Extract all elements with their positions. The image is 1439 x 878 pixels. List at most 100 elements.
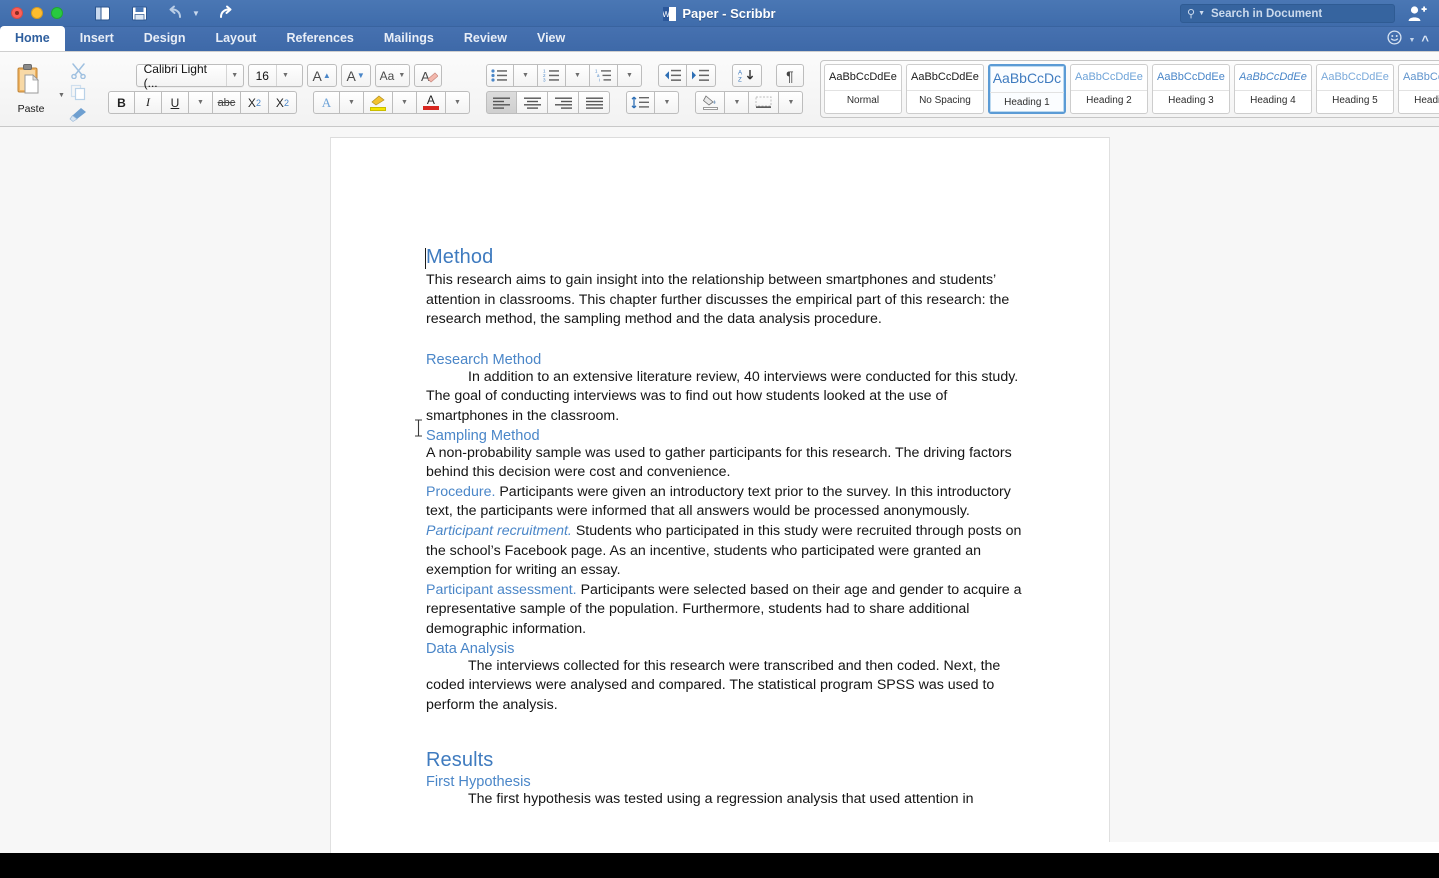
text-effects-caret-icon[interactable]: ▼	[339, 91, 364, 114]
indent-button-group	[657, 64, 716, 87]
style-tile-heading-3[interactable]: AaBbCcDdEe Heading 3	[1151, 64, 1230, 114]
bulleted-list-icon[interactable]	[485, 64, 514, 87]
numbered-list-icon[interactable]: 123	[537, 64, 566, 87]
decrease-indent-icon[interactable]	[657, 64, 687, 87]
minimize-window-button[interactable]	[31, 7, 43, 19]
change-case-button[interactable]: Aa ▼	[374, 64, 411, 87]
style-tile-heading-2[interactable]: AaBbCcDdEe Heading 2	[1069, 64, 1148, 114]
runhead-participant-assessment: Participant assessment.	[426, 581, 577, 598]
undo-icon[interactable]	[165, 3, 187, 23]
paste-button[interactable]: Paste	[6, 63, 56, 115]
document-body[interactable]: Method This research aims to gain insigh…	[331, 138, 1109, 810]
add-user-icon[interactable]	[1408, 5, 1427, 27]
text-style-button-group: B I U ▼ abc X2 X2	[107, 91, 297, 114]
tab-layout[interactable]: Layout	[200, 26, 271, 51]
svg-text:A: A	[421, 69, 430, 84]
tab-review[interactable]: Review	[449, 26, 522, 51]
clipboard-small-buttons	[65, 58, 92, 122]
increase-indent-icon[interactable]	[686, 64, 716, 87]
sidebar-toggle-icon[interactable]	[91, 3, 113, 23]
save-icon[interactable]	[128, 3, 150, 23]
sort-az-icon[interactable]: AZ	[731, 64, 762, 87]
tab-home[interactable]: Home	[0, 26, 65, 51]
style-tile-normal[interactable]: AaBbCcDdEe Normal	[823, 64, 902, 114]
smiley-face-icon[interactable]	[1387, 30, 1403, 50]
window-title-text: Paper - Scribbr	[682, 6, 776, 21]
borders-icon[interactable]	[749, 91, 780, 114]
search-dropdown-caret-icon[interactable]: ▼	[1198, 10, 1205, 17]
text-effects-button[interactable]: A	[312, 91, 340, 114]
document-canvas[interactable]: Method This research aims to gain insigh…	[0, 127, 1439, 853]
scissors-icon[interactable]	[70, 62, 87, 84]
tab-design[interactable]: Design	[129, 26, 201, 51]
tab-insert[interactable]: Insert	[65, 26, 129, 51]
maximize-window-button[interactable]	[51, 7, 63, 19]
paragraph-research-method: In addition to an extensive literature r…	[426, 368, 1019, 424]
paintbrush-icon[interactable]	[69, 106, 88, 128]
shrink-font-button[interactable]: A ▼	[340, 64, 371, 87]
font-color-button[interactable]: A	[416, 91, 446, 114]
superscript-button[interactable]: X2	[268, 91, 297, 114]
font-color-caret-icon[interactable]: ▼	[445, 91, 470, 114]
smiley-dropdown-caret-icon[interactable]: ▼	[1408, 37, 1415, 44]
shading-bucket-icon[interactable]	[695, 91, 726, 114]
justify-icon[interactable]	[579, 91, 611, 114]
font-size-combo[interactable]: 16 ▼	[247, 64, 303, 87]
highlight-caret-icon[interactable]: ▼	[392, 91, 417, 114]
align-right-icon[interactable]	[548, 91, 580, 114]
undo-dropdown-caret-icon[interactable]: ▼	[192, 9, 200, 18]
paste-dropdown-caret-icon[interactable]: ▼	[58, 92, 65, 99]
multilevel-list-icon[interactable]: 1ai	[589, 64, 618, 87]
line-spacing-icon[interactable]	[626, 91, 656, 114]
style-label: Heading 4	[1234, 90, 1311, 106]
font-name-caret-icon[interactable]: ▼	[227, 72, 243, 79]
change-case-caret-icon[interactable]: ▼	[398, 72, 405, 79]
heading-sampling-method: Sampling Method	[426, 427, 540, 444]
copy-icon[interactable]	[70, 84, 87, 106]
paragraph-first-hypothesis: The first hypothesis was tested using a …	[468, 791, 974, 808]
style-label: No Spacing	[906, 90, 983, 106]
style-label: Heading 3	[1152, 90, 1229, 106]
svg-text:A: A	[738, 70, 743, 77]
style-label: Heading 5	[1316, 90, 1393, 106]
bulleted-list-caret-icon[interactable]: ▼	[513, 64, 538, 87]
redo-icon[interactable]	[215, 3, 237, 23]
underline-button[interactable]: U	[161, 91, 189, 114]
style-tile-heading-5[interactable]: AaBbCcDdEe Heading 5	[1315, 64, 1394, 114]
document-page[interactable]: Method This research aims to gain insigh…	[330, 137, 1110, 853]
tab-view[interactable]: View	[522, 26, 580, 51]
pilcrow-icon[interactable]: ¶	[775, 64, 804, 87]
borders-caret-icon[interactable]: ▼	[779, 91, 804, 114]
line-spacing-caret-icon[interactable]: ▼	[655, 91, 680, 114]
clear-formatting-button[interactable]: A	[414, 64, 443, 87]
highlight-color-button[interactable]	[363, 91, 393, 114]
shading-caret-icon[interactable]: ▼	[725, 91, 750, 114]
multilevel-list-caret-icon[interactable]: ▼	[617, 64, 642, 87]
bold-button[interactable]: B	[107, 91, 135, 114]
grow-font-button[interactable]: A ▲	[306, 64, 337, 87]
align-center-icon[interactable]	[517, 91, 549, 114]
strikethrough-button[interactable]: abc	[212, 91, 241, 114]
subscript-button[interactable]: X2	[240, 91, 269, 114]
close-window-button[interactable]	[11, 7, 23, 19]
font-name-combo[interactable]: Calibri Light (... ▼	[135, 62, 244, 90]
heading-research-method: Research Method	[426, 351, 542, 368]
italic-button[interactable]: I	[134, 91, 162, 114]
chevron-up-icon[interactable]: ^	[1421, 33, 1429, 48]
tab-references[interactable]: References	[271, 26, 368, 51]
underline-caret-icon[interactable]: ▼	[188, 91, 213, 114]
tab-mailings[interactable]: Mailings	[369, 26, 449, 51]
font-size-caret-icon[interactable]: ▼	[277, 72, 294, 79]
numbered-list-caret-icon[interactable]: ▼	[565, 64, 590, 87]
search-input[interactable]: ⚲ ▼ Search in Document	[1180, 4, 1395, 23]
superscript-glyph: X	[275, 95, 284, 110]
style-tile-heading-6[interactable]: AaBbCcDdEe Heading 6	[1397, 64, 1439, 114]
style-tile-no-spacing[interactable]: AaBbCcDdEe No Spacing	[905, 64, 984, 114]
style-tile-heading-4[interactable]: AaBbCcDdEe Heading 4	[1233, 64, 1312, 114]
align-left-icon[interactable]	[486, 91, 518, 114]
style-preview: AaBbCcDdEe	[1075, 72, 1143, 83]
grow-font-glyph: A	[312, 67, 322, 84]
style-tile-heading-1[interactable]: AaBbCcDc Heading 1	[987, 64, 1066, 114]
